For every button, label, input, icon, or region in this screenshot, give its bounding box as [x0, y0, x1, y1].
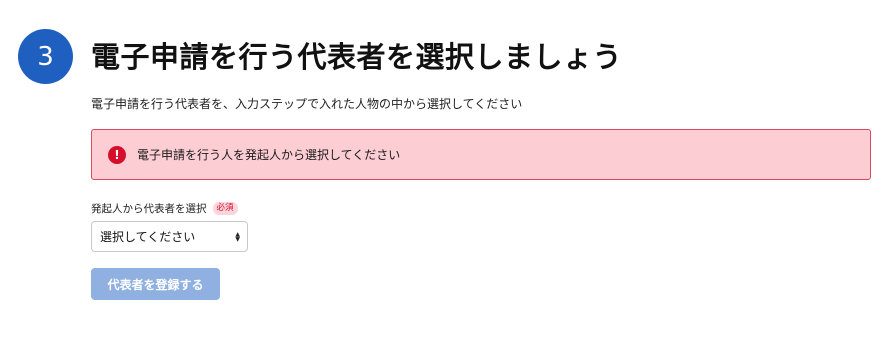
- exclamation-icon: !: [108, 145, 126, 164]
- error-alert: ! 電子申請を行う人を発起人から選択してください: [91, 129, 871, 180]
- arrow-down-icon: ▼: [235, 235, 240, 243]
- required-badge: 必須: [212, 202, 238, 215]
- representative-field-label: 発起人から代表者を選択: [91, 203, 207, 215]
- step-number: 3: [37, 41, 54, 72]
- representative-field-label-row: 発起人から代表者を選択 必須: [91, 201, 238, 216]
- page-title: 電子申請を行う代表者を選択しましょう: [91, 40, 623, 74]
- representative-select[interactable]: 選択してください ▲ ▼: [91, 221, 248, 252]
- page: 3 電子申請を行う代表者を選択しましょう 電子申請を行う代表者を、入力ステップで…: [0, 0, 892, 351]
- representative-select-value: 選択してください: [100, 230, 196, 244]
- select-arrows-icon: ▲ ▼: [235, 231, 240, 243]
- register-representative-button[interactable]: 代表者を登録する: [91, 268, 220, 300]
- error-message: 電子申請を行う人を発起人から選択してください: [137, 148, 401, 162]
- register-representative-button-label: 代表者を登録する: [107, 277, 204, 292]
- step-number-badge: 3: [18, 29, 73, 84]
- page-description: 電子申請を行う代表者を、入力ステップで入れた人物の中から選択してください: [91, 97, 523, 111]
